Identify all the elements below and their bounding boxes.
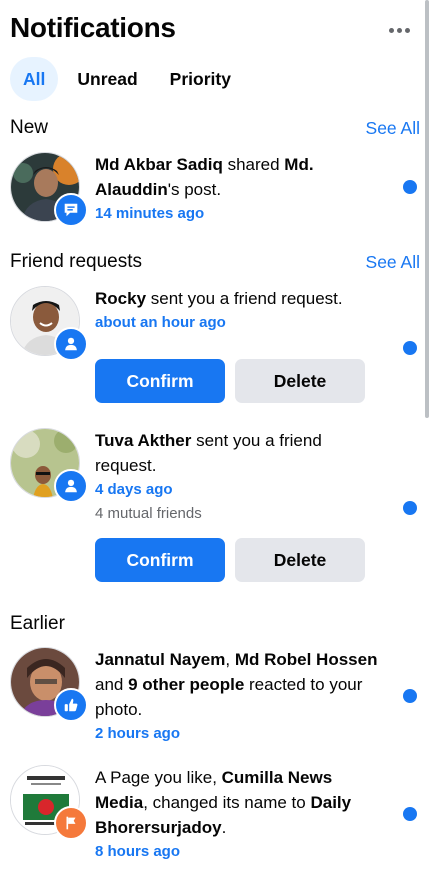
filter-tabs: All Unread Priority	[10, 57, 250, 101]
confirm-button[interactable]: Confirm	[95, 538, 225, 582]
tab-priority[interactable]: Priority	[157, 57, 244, 101]
section-friend-requests-header: Friend requests See All	[10, 251, 420, 273]
unread-indicator	[403, 341, 417, 355]
page-title: Notifications	[10, 12, 176, 43]
flag-icon	[54, 806, 88, 840]
actor-name: Md Akbar Sadiq	[95, 155, 223, 174]
timestamp: 8 hours ago	[95, 843, 181, 860]
mutual-friends-count: 4 mutual friends	[95, 505, 202, 522]
notification-item-page-rename[interactable]: A Page you like, Cumilla News Media, cha…	[10, 765, 429, 865]
delete-button[interactable]: Delete	[235, 359, 365, 403]
notification-text: Tuva Akther sent you a friend request. 4…	[95, 428, 383, 526]
timestamp: 4 days ago	[95, 481, 173, 498]
tab-unread[interactable]: Unread	[64, 57, 150, 101]
section-title-new: New	[10, 117, 49, 138]
unread-indicator	[403, 501, 417, 515]
actor-name: Rocky	[95, 289, 147, 308]
notification-text: Jannatul Nayem, Md Robel Hossen and 9 ot…	[95, 647, 383, 746]
unread-indicator	[403, 180, 417, 194]
notification-item-reactions[interactable]: Jannatul Nayem, Md Robel Hossen and 9 ot…	[10, 647, 429, 747]
unread-indicator	[403, 807, 417, 821]
timestamp: 14 minutes ago	[95, 205, 205, 222]
notification-text: Rocky sent you a friend request. about a…	[95, 286, 383, 335]
notification-text: A Page you like, Cumilla News Media, cha…	[95, 765, 383, 864]
section-title-earlier: Earlier	[10, 613, 65, 634]
comment-icon	[54, 193, 88, 227]
more-horizontal-icon	[388, 27, 394, 33]
see-all-new-link[interactable]: See All	[366, 118, 420, 139]
person-icon	[54, 327, 88, 361]
section-title-friend-requests: Friend requests	[10, 251, 143, 272]
notification-text: Md Akbar Sadiq shared Md. Alauddin's pos…	[95, 152, 383, 226]
actor-name: Jannatul Nayem	[95, 650, 226, 669]
see-all-friend-requests-link[interactable]: See All	[366, 252, 420, 273]
timestamp: 2 hours ago	[95, 725, 181, 742]
more-options-button[interactable]	[387, 18, 411, 42]
thumbs-up-icon	[54, 688, 88, 722]
delete-button[interactable]: Delete	[235, 538, 365, 582]
timestamp: about an hour ago	[95, 314, 226, 331]
actor-name: Tuva Akther	[95, 431, 192, 450]
header: Notifications	[10, 12, 415, 52]
person-icon	[54, 469, 88, 503]
section-earlier-header: Earlier	[10, 613, 420, 635]
friend-request-item-rocky[interactable]: Rocky sent you a friend request. about a…	[10, 286, 429, 406]
friend-request-item-tuva[interactable]: Tuva Akther sent you a friend request. 4…	[10, 428, 429, 583]
unread-indicator	[403, 689, 417, 703]
tab-all[interactable]: All	[10, 57, 59, 101]
notification-item-shared-post[interactable]: Md Akbar Sadiq shared Md. Alauddin's pos…	[10, 152, 429, 230]
section-new-header: New See All	[10, 117, 420, 139]
confirm-button[interactable]: Confirm	[95, 359, 225, 403]
